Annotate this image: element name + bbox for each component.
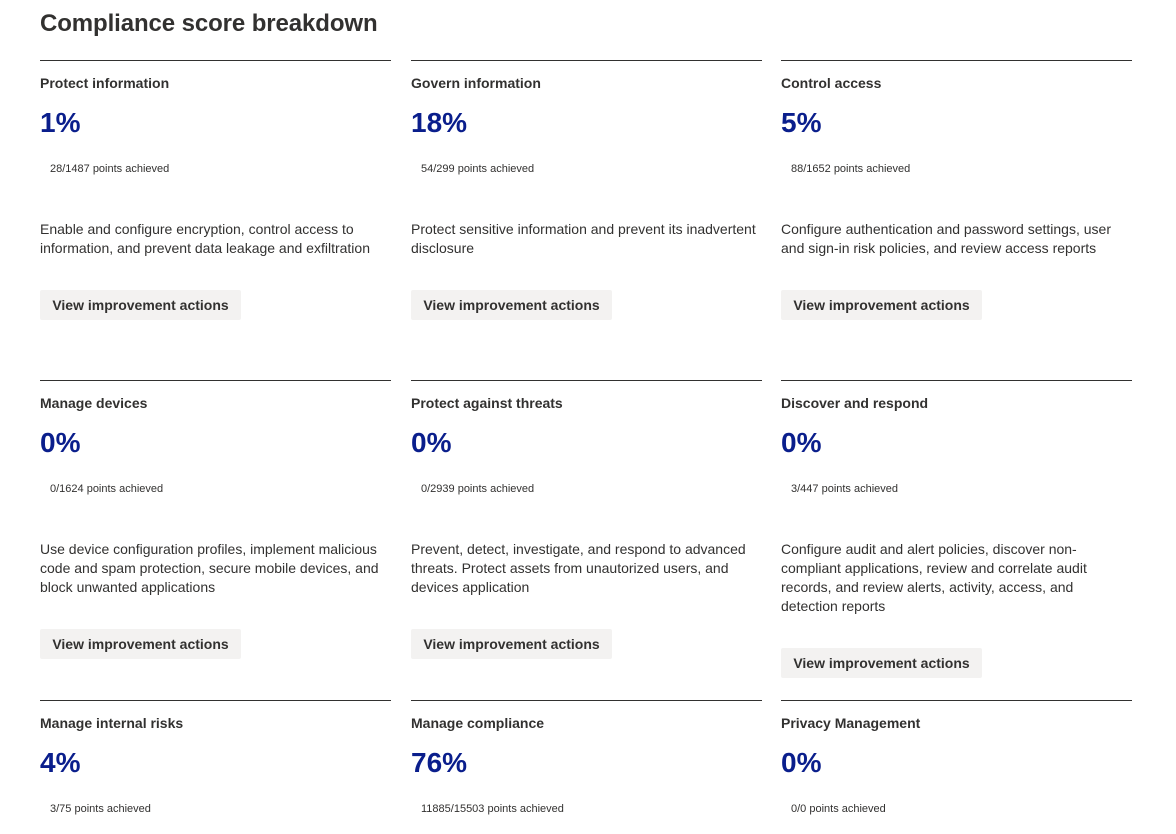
card-control-access: Control access 5% 88/1652 points achieve…: [781, 60, 1132, 380]
card-description: Protect sensitive information and preven…: [411, 221, 756, 256]
card-govern-information: Govern information 18% 54/299 points ach…: [411, 60, 762, 380]
card-description: Enable and configure encryption, control…: [40, 221, 370, 256]
card-description: Use device configuration profiles, imple…: [40, 541, 379, 595]
card-points: 3/447 points achieved: [791, 483, 899, 495]
view-improvement-actions-button[interactable]: View improvement actions: [411, 629, 612, 659]
view-improvement-actions-button[interactable]: View improvement actions: [781, 290, 982, 320]
card-title: Manage devices: [40, 395, 148, 411]
card-privacy-management: Privacy Management 0% 0/0 points achieve…: [781, 700, 1132, 834]
card-manage-internal-risks: Manage internal risks 4% 3/75 points ach…: [40, 700, 391, 834]
card-percent: 5%: [781, 107, 822, 138]
card-title: Protect against threats: [411, 395, 563, 411]
view-improvement-actions-button[interactable]: View improvement actions: [40, 629, 241, 659]
card-points: 54/299 points achieved: [421, 163, 535, 175]
page-title: Compliance score breakdown: [40, 10, 378, 37]
view-improvement-actions-button[interactable]: View improvement actions: [411, 290, 612, 320]
card-percent: 0%: [40, 427, 81, 458]
card-title: Manage internal risks: [40, 715, 184, 731]
card-manage-compliance: Manage compliance 76% 11885/15503 points…: [411, 700, 762, 834]
card-description: Configure authentication and password se…: [781, 221, 1111, 256]
view-improvement-actions-button[interactable]: View improvement actions: [781, 648, 982, 678]
card-percent: 0%: [781, 747, 822, 778]
card-percent: 76%: [411, 747, 468, 778]
card-protect-information: Protect information 1% 28/1487 points ac…: [40, 60, 391, 380]
card-title: Manage compliance: [411, 715, 545, 731]
card-points: 3/75 points achieved: [50, 803, 151, 815]
card-points: 0/0 points achieved: [791, 803, 886, 815]
card-points: 28/1487 points achieved: [50, 163, 170, 175]
card-manage-devices: Manage devices 0% 0/1624 points achieved…: [40, 380, 391, 700]
card-description: Configure audit and alert policies, disc…: [781, 541, 1087, 614]
card-title: Govern information: [411, 75, 541, 91]
card-title: Protect information: [40, 75, 170, 91]
card-percent: 4%: [40, 747, 81, 778]
card-protect-against-threats: Protect against threats 0% 0/2939 points…: [411, 380, 762, 700]
card-percent: 0%: [411, 427, 452, 458]
view-improvement-actions-button[interactable]: View improvement actions: [40, 290, 241, 320]
card-percent: 0%: [781, 427, 822, 458]
card-percent: 1%: [40, 107, 81, 138]
card-description: Prevent, detect, investigate, and respon…: [411, 541, 746, 595]
card-points: 11885/15503 points achieved: [421, 803, 564, 815]
card-title: Control access: [781, 75, 882, 91]
card-points: 0/2939 points achieved: [421, 483, 535, 495]
card-title: Privacy Management: [781, 715, 921, 731]
card-points: 0/1624 points achieved: [50, 483, 164, 495]
card-points: 88/1652 points achieved: [791, 163, 911, 175]
card-title: Discover and respond: [781, 395, 929, 411]
card-discover-and-respond: Discover and respond 0% 3/447 points ach…: [781, 380, 1132, 700]
card-percent: 18%: [411, 107, 468, 138]
